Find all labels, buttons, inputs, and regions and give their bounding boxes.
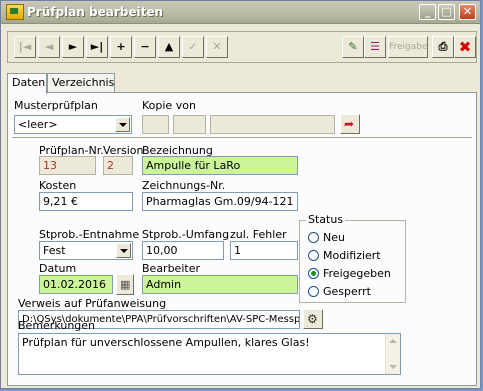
edit-window: Prüfplan bearbeiten _ □ ✕ |◄ ◄ ► ►| + − … bbox=[0, 0, 481, 389]
status-group-title: Status bbox=[306, 213, 346, 226]
maximize-button[interactable]: □ bbox=[438, 4, 455, 20]
browse-folder-icon: ⚙ bbox=[307, 312, 318, 326]
copy-plan-icon[interactable]: ✎ bbox=[342, 36, 364, 58]
strprob-entnahme-select[interactable]: Fest bbox=[39, 241, 133, 260]
version-field: 2 bbox=[103, 156, 133, 175]
chevron-down-icon[interactable] bbox=[115, 117, 130, 132]
tab-verzeichnis[interactable]: Verzeichnis bbox=[47, 73, 115, 92]
status-option-label: Gesperrt bbox=[323, 285, 371, 298]
kosten-label: Kosten bbox=[39, 179, 77, 192]
minimize-button[interactable]: _ bbox=[419, 4, 436, 20]
vertical-scrollbar[interactable] bbox=[385, 334, 400, 374]
cancel-edit-button[interactable]: ✕ bbox=[206, 36, 228, 58]
last-record-button[interactable]: ►| bbox=[86, 36, 108, 58]
prev-record-button[interactable]: ◄ bbox=[38, 36, 60, 58]
musterpruefplan-select[interactable]: <leer> bbox=[14, 115, 132, 134]
add-record-button[interactable]: + bbox=[110, 36, 132, 58]
zul-fehler-label: zul. Fehler bbox=[230, 228, 287, 241]
kopie-von-field-2 bbox=[173, 115, 206, 134]
move-up-button[interactable]: ▲ bbox=[158, 36, 180, 58]
pruefplan-nr-field: 13 bbox=[39, 156, 96, 175]
radio-circle[interactable] bbox=[308, 250, 319, 261]
title-bar[interactable]: Prüfplan bearbeiten _ □ ✕ bbox=[1, 1, 480, 24]
window-title: Prüfplan bearbeiten bbox=[27, 5, 164, 19]
first-record-button[interactable]: |◄ bbox=[14, 36, 36, 58]
status-radio-gesperrt[interactable]: Gesperrt bbox=[308, 285, 371, 299]
strprob-umfang-label: Stprob.-Umfang bbox=[142, 228, 230, 241]
print-button[interactable]: ⎙ bbox=[432, 36, 454, 58]
bemerkungen-textarea[interactable]: Prüfplan für unverschlossene Ampullen, k… bbox=[18, 333, 401, 375]
separator bbox=[12, 137, 472, 139]
navigator-toolbar: |◄ ◄ ► ►| + − ▲ ✓ ✕ ✎ ☰ Freigabe ⎙ ✖ bbox=[7, 31, 477, 63]
kopie-von-label: Kopie von bbox=[142, 99, 196, 112]
zeichnungs-nr-label: Zeichnungs-Nr. bbox=[142, 179, 226, 192]
verweis-label: Verweis auf Prüfanweisung bbox=[18, 297, 167, 310]
list-icon[interactable]: ☰ bbox=[364, 36, 386, 58]
kopie-von-field-1 bbox=[142, 115, 169, 134]
zul-fehler-input[interactable]: 1 bbox=[230, 241, 298, 260]
musterpruefplan-label: Musterprüfplan bbox=[14, 99, 98, 112]
status-option-label: Neu bbox=[323, 231, 345, 244]
calendar-icon: ▦ bbox=[120, 278, 131, 291]
kosten-input[interactable]: 9,21 € bbox=[39, 192, 133, 211]
calendar-button[interactable]: ▦ bbox=[116, 274, 134, 295]
radio-circle-selected[interactable] bbox=[308, 268, 319, 279]
next-record-button[interactable]: ► bbox=[62, 36, 84, 58]
bemerkungen-label: Bemerkungen bbox=[18, 319, 96, 332]
close-button[interactable]: ✕ bbox=[459, 4, 476, 20]
chevron-down-icon[interactable] bbox=[116, 243, 131, 258]
strprob-entnahme-label: Stprob.-Entnahme bbox=[39, 228, 140, 241]
status-radio-neu[interactable]: Neu bbox=[308, 231, 345, 245]
remove-record-button[interactable]: − bbox=[134, 36, 156, 58]
strprob-entnahme-value: Fest bbox=[43, 244, 66, 257]
radio-circle[interactable] bbox=[308, 232, 319, 243]
datum-input[interactable]: 01.02.2016 bbox=[39, 275, 113, 294]
release-button[interactable]: Freigabe bbox=[388, 36, 428, 58]
kopie-von-field-3 bbox=[210, 115, 335, 134]
status-radio-modifiziert[interactable]: Modifiziert bbox=[308, 249, 381, 263]
tab-panel-daten: Musterprüfplan <leer> Kopie von ➦ Prüfpl… bbox=[7, 92, 477, 386]
copy-document-icon: ➦ bbox=[344, 117, 355, 131]
datum-label: Datum bbox=[39, 262, 77, 275]
tab-daten[interactable]: Daten bbox=[7, 73, 47, 94]
scroll-down-icon[interactable] bbox=[389, 365, 397, 369]
status-group: Status Neu Modifiziert Freigegeben Gespe… bbox=[299, 213, 406, 303]
status-option-label: Modifiziert bbox=[323, 249, 381, 262]
zeichnungs-nr-input[interactable]: Pharmaglas Gm.09/94-121 bbox=[142, 192, 298, 211]
bemerkungen-text: Prüfplan für unverschlossene Ampullen, k… bbox=[22, 336, 310, 349]
copy-from-button[interactable]: ➦ bbox=[340, 114, 360, 134]
post-edit-button[interactable]: ✓ bbox=[182, 36, 204, 58]
radio-circle[interactable] bbox=[308, 286, 319, 297]
musterpruefplan-value: <leer> bbox=[18, 118, 58, 131]
bezeichnung-input[interactable]: Ampulle für LaRo bbox=[142, 156, 298, 175]
bearbeiter-input[interactable]: Admin bbox=[142, 275, 298, 294]
bearbeiter-label: Bearbeiter bbox=[142, 262, 200, 275]
status-option-label: Freigegeben bbox=[323, 267, 391, 280]
delete-button[interactable]: ✖ bbox=[454, 36, 476, 58]
app-icon bbox=[6, 4, 24, 20]
strprob-umfang-input[interactable]: 10,00 bbox=[142, 241, 224, 260]
status-radio-freigegeben[interactable]: Freigegeben bbox=[308, 267, 391, 281]
browse-file-button[interactable]: ⚙ bbox=[303, 309, 323, 329]
scroll-up-icon[interactable] bbox=[389, 339, 397, 343]
